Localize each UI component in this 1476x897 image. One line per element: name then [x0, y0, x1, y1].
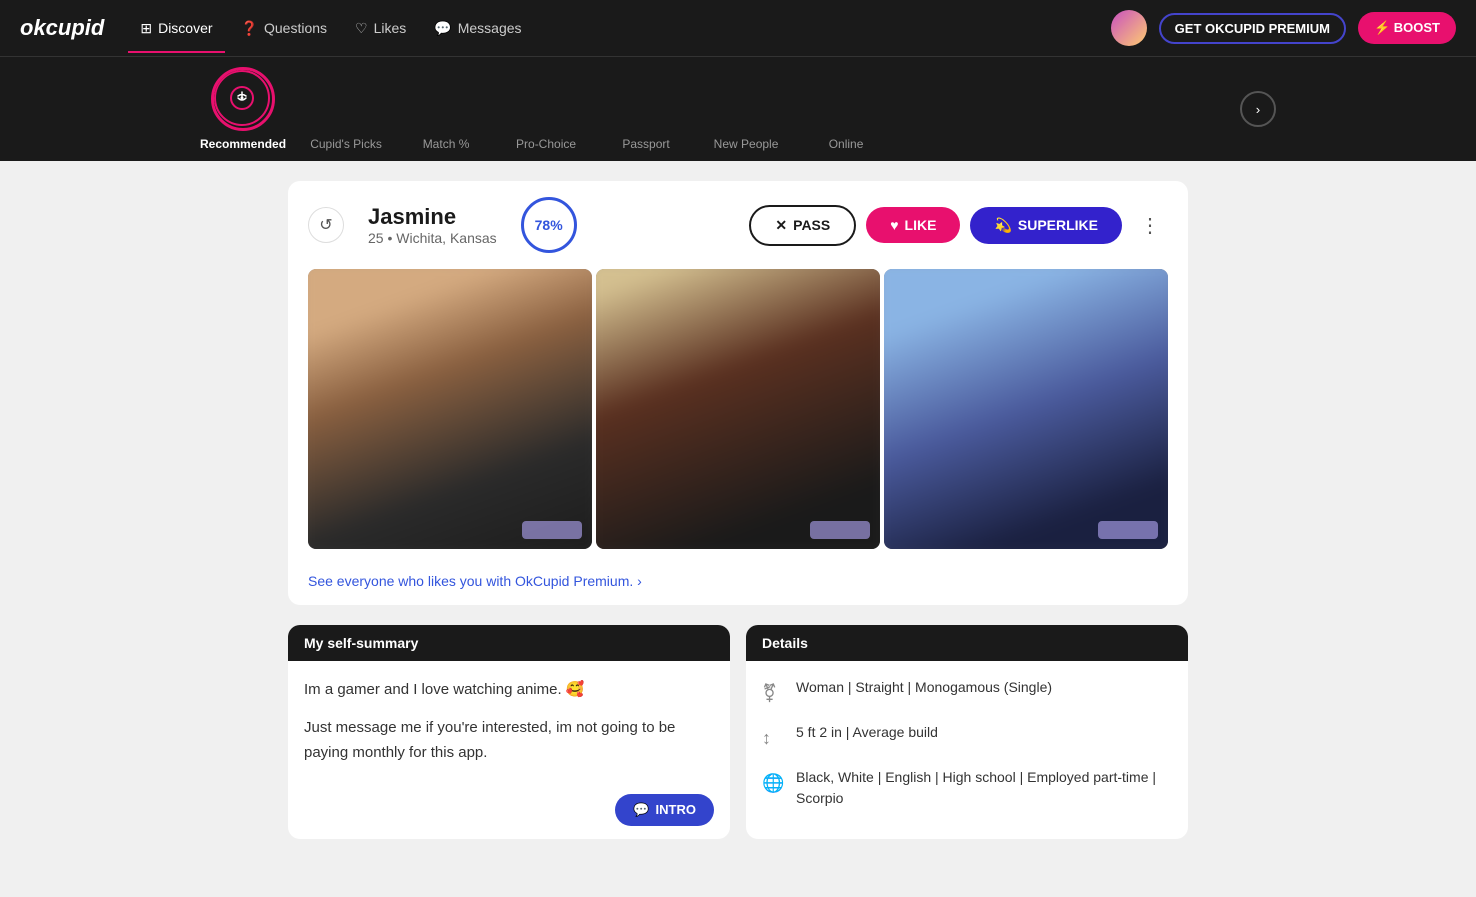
details-header: Details — [746, 625, 1188, 661]
detail-gender: Woman | Straight | Monogamous (Single) — [796, 677, 1052, 698]
nav-likes-label: Likes — [374, 20, 407, 36]
profile-age: 25 — [368, 230, 384, 246]
nav-discover-label: Discover — [158, 20, 212, 36]
top-nav: okcupid ⊞ Discover ❓ Questions ♡ Likes 💬… — [0, 0, 1476, 56]
match-thumb — [414, 67, 478, 131]
photos-section — [288, 269, 1188, 565]
category-cupids-picks[interactable]: Cupid's Picks — [306, 67, 386, 151]
recommended-label: Recommended — [200, 137, 286, 151]
user-avatar[interactable] — [1111, 10, 1147, 46]
profile-info: Jasmine 25 • Wichita, Kansas — [368, 204, 497, 246]
premium-link[interactable]: See everyone who likes you with OkCupid … — [288, 565, 1188, 605]
profile-card: ↺ Jasmine 25 • Wichita, Kansas 78% ✕ PAS… — [288, 181, 1188, 605]
profile-name: Jasmine — [368, 204, 497, 230]
photo-1-tag — [522, 521, 582, 539]
nav-likes[interactable]: ♡ Likes — [343, 12, 418, 45]
category-match[interactable]: Match % — [406, 67, 486, 151]
photo-3-tag — [1098, 521, 1158, 539]
photo-2[interactable] — [596, 269, 880, 549]
passport-label: Passport — [622, 137, 669, 151]
summary-line-1: Im a gamer and I love watching anime. 🥰 — [304, 677, 714, 703]
likes-icon: ♡ — [355, 20, 368, 37]
info-icon: 🌐 — [762, 769, 784, 798]
boost-button[interactable]: ⚡ BOOST — [1358, 12, 1456, 44]
new-people-label: New People — [714, 137, 779, 151]
undo-button[interactable]: ↺ — [308, 207, 344, 243]
discover-icon: ⊞ — [140, 20, 152, 37]
intro-button[interactable]: 💬 INTRO — [615, 794, 714, 826]
category-bar: Recommended Cupid's Picks Match % Pro-Ch… — [0, 56, 1476, 161]
categories-next-button[interactable]: › — [1240, 91, 1276, 127]
self-summary-text: Im a gamer and I love watching anime. 🥰 … — [304, 677, 714, 766]
pass-button[interactable]: ✕ PASS — [749, 205, 856, 246]
intro-icon: 💬 — [633, 802, 649, 818]
nav-messages-label: Messages — [458, 20, 522, 36]
detail-row-0: ⚧ Woman | Straight | Monogamous (Single) — [762, 677, 1172, 708]
cupids-picks-thumb — [314, 67, 378, 131]
pass-x-icon: ✕ — [775, 217, 787, 234]
match-label: Match % — [423, 137, 470, 151]
height-icon: ↕ — [762, 724, 784, 753]
superlike-label: SUPERLIKE — [1018, 217, 1098, 233]
main-content: ↺ Jasmine 25 • Wichita, Kansas 78% ✕ PAS… — [0, 161, 1476, 859]
detail-info: Black, White | English | High school | E… — [796, 767, 1172, 809]
category-recommended[interactable]: Recommended — [200, 67, 286, 151]
profile-location: 25 • Wichita, Kansas — [368, 230, 497, 246]
nav-questions-label: Questions — [264, 20, 327, 36]
nav-messages[interactable]: 💬 Messages — [422, 12, 533, 45]
cupids-picks-label: Cupid's Picks — [310, 137, 382, 151]
photo-1[interactable] — [308, 269, 592, 549]
online-thumb — [814, 67, 878, 131]
messages-icon: 💬 — [434, 20, 451, 37]
self-summary-card: My self-summary Im a gamer and I love wa… — [288, 625, 730, 839]
profile-header: ↺ Jasmine 25 • Wichita, Kansas 78% ✕ PAS… — [288, 181, 1188, 269]
like-heart-icon: ♥ — [890, 217, 898, 233]
questions-icon: ❓ — [241, 20, 258, 37]
match-percentage: 78% — [521, 197, 577, 253]
nav-right: GET OKCUPID PREMIUM ⚡ BOOST — [1111, 10, 1456, 46]
category-passport[interactable]: Passport — [606, 67, 686, 151]
detail-height: 5 ft 2 in | Average build — [796, 722, 938, 743]
premium-button[interactable]: GET OKCUPID PREMIUM — [1159, 13, 1346, 44]
online-label: Online — [829, 137, 864, 151]
gender-icon: ⚧ — [762, 679, 784, 708]
superlike-button[interactable]: 💫 SUPERLIKE — [970, 207, 1122, 244]
photo-2-tag — [810, 521, 870, 539]
nav-discover[interactable]: ⊞ Discover — [128, 12, 224, 45]
new-people-thumb — [714, 67, 778, 131]
nav-questions[interactable]: ❓ Questions — [229, 12, 339, 45]
pro-choice-label: Pro-Choice — [516, 137, 576, 151]
details-body: ⚧ Woman | Straight | Monogamous (Single)… — [746, 661, 1188, 839]
passport-thumb — [614, 67, 678, 131]
app-logo: okcupid — [20, 15, 104, 41]
self-summary-header: My self-summary — [288, 625, 730, 661]
category-online[interactable]: Online — [806, 67, 886, 151]
pass-label: PASS — [793, 217, 830, 233]
like-label: LIKE — [905, 217, 937, 233]
summary-line-2: Just message me if you're interested, im… — [304, 715, 714, 766]
photo-3[interactable] — [884, 269, 1168, 549]
intro-label: INTRO — [656, 802, 696, 817]
more-options-button[interactable]: ⋮ — [1132, 209, 1168, 242]
like-button[interactable]: ♥ LIKE — [866, 207, 960, 243]
detail-row-2: 🌐 Black, White | English | High school |… — [762, 767, 1172, 809]
premium-link-text: See everyone who likes you with OkCupid … — [308, 573, 642, 589]
category-pro-choice[interactable]: Pro-Choice — [506, 67, 586, 151]
pro-choice-thumb — [514, 67, 578, 131]
self-summary-body: Im a gamer and I love watching anime. 🥰 … — [288, 661, 730, 794]
details-card: Details ⚧ Woman | Straight | Monogamous … — [746, 625, 1188, 839]
recommended-thumb — [211, 67, 275, 131]
superlike-icon: 💫 — [994, 217, 1011, 234]
action-buttons: ✕ PASS ♥ LIKE 💫 SUPERLIKE ⋮ — [749, 205, 1168, 246]
category-new-people[interactable]: New People — [706, 67, 786, 151]
nav-items: ⊞ Discover ❓ Questions ♡ Likes 💬 Message… — [128, 12, 1102, 45]
recommended-icon — [214, 70, 270, 126]
profile-city: Wichita, Kansas — [396, 230, 496, 246]
detail-row-1: ↕ 5 ft 2 in | Average build — [762, 722, 1172, 753]
profile-sections: My self-summary Im a gamer and I love wa… — [288, 625, 1188, 839]
